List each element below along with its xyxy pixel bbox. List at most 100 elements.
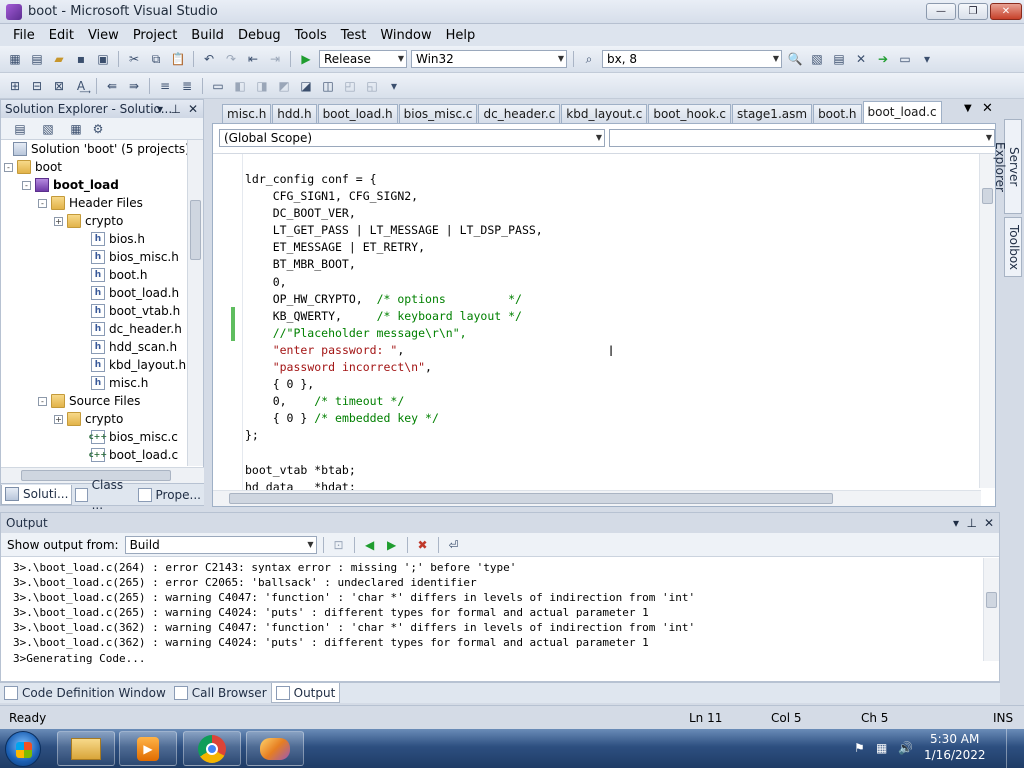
output-line[interactable]: 3>.\boot_load.c(265) : warning C4024: 'p… <box>13 605 695 620</box>
refresh-icon[interactable]: ▦ <box>67 120 85 138</box>
editor-horizontal-scrollbar[interactable] <box>213 490 981 506</box>
uncomment-lines-icon[interactable]: ≣ <box>178 77 196 95</box>
code-line[interactable] <box>245 445 543 462</box>
output-source-dropdown[interactable]: Build ▼ <box>124 535 317 554</box>
tree-item[interactable]: h kbd_layout.h <box>91 356 186 374</box>
document-tab[interactable]: bios_misc.c <box>398 104 478 123</box>
document-tab[interactable]: boot_load.h <box>317 104 398 123</box>
tab-solution-explorer[interactable]: Soluti... <box>1 484 73 505</box>
member-dropdown[interactable]: ▼ <box>609 129 995 147</box>
action-center-icon[interactable]: ⚑ <box>854 741 865 755</box>
collapse-icon[interactable]: - <box>38 396 47 406</box>
output-line[interactable]: 3>.\boot_load.c(362) : warning C4024: 'p… <box>13 635 695 650</box>
menu-file[interactable]: File <box>6 28 42 43</box>
show-all-files-icon[interactable]: ▧ <box>39 120 57 138</box>
menu-test[interactable]: Test <box>334 28 374 43</box>
code-line[interactable]: //"Placeholder message\r\n", <box>245 325 543 342</box>
properties-icon[interactable]: ▤ <box>11 120 29 138</box>
tab-output[interactable]: Output <box>270 683 341 703</box>
save-icon[interactable]: ▪ <box>72 50 90 68</box>
redo-icon[interactable]: ↷ <box>222 50 240 68</box>
active-files-dropdown-icon[interactable]: ▼ <box>964 103 972 114</box>
tree-item[interactable]: h boot.h <box>91 266 147 284</box>
tree-item[interactable]: h hdd_scan.h <box>91 338 177 356</box>
document-tab[interactable]: kbd_layout.c <box>561 104 648 123</box>
document-tab[interactable]: stage1.asm <box>732 104 813 123</box>
close-button[interactable]: ✕ <box>990 3 1022 20</box>
solution-explorer-icon[interactable]: ▧ <box>808 50 826 68</box>
navigate-forward-icon[interactable]: ⇥ <box>266 50 284 68</box>
output-line[interactable]: 3>.\boot_load.c(265) : warning C4047: 'f… <box>13 590 695 605</box>
collapse-icon[interactable]: - <box>4 162 13 172</box>
output-line[interactable]: 3>.\boot_load.c(362) : warning C4047: 'f… <box>13 620 695 635</box>
toggle-bookmark-icon[interactable]: ▭ <box>209 77 227 95</box>
menu-project[interactable]: Project <box>126 28 184 43</box>
word-complete-icon[interactable]: A͢ <box>72 77 90 95</box>
scope-dropdown[interactable]: (Global Scope) ▼ <box>219 129 605 147</box>
tree-item[interactable]: h misc.h <box>91 374 148 392</box>
code-line[interactable]: CFG_SIGN1, CFG_SIGN2, <box>245 188 543 205</box>
code-line[interactable]: ET_MESSAGE | ET_RETRY, <box>245 239 543 256</box>
tree-item[interactable]: h boot_vtab.h <box>91 302 180 320</box>
clear-all-icon[interactable]: ✖ <box>414 536 432 554</box>
auto-hide-pin-icon[interactable]: ⊥ <box>171 100 181 118</box>
panel-dropdown-icon[interactable]: ▾ <box>953 513 959 533</box>
undo-icon[interactable]: ↶ <box>200 50 218 68</box>
tab-class-view[interactable]: Class ... <box>72 478 134 512</box>
tree-item[interactable]: h dc_header.h <box>91 320 182 338</box>
clock-time[interactable]: 5:30 AM <box>930 732 979 746</box>
new-project-icon[interactable]: ▦ <box>6 50 24 68</box>
next-bookmark-document-icon[interactable]: ◰ <box>341 77 359 95</box>
menu-window[interactable]: Window <box>373 28 438 43</box>
tools-icon[interactable]: ✕ <box>852 50 870 68</box>
tree-item[interactable]: c++ bios_misc.c <box>89 428 178 446</box>
tree-item[interactable]: - boot_load <box>22 176 119 194</box>
configuration-dropdown[interactable]: Release ▼ <box>319 50 407 68</box>
editor-vertical-scrollbar[interactable] <box>979 154 995 488</box>
tree-item[interactable]: c++ boot_load.c <box>89 446 178 464</box>
find-in-files-icon[interactable]: ⌕ <box>580 50 598 68</box>
menu-edit[interactable]: Edit <box>42 28 81 43</box>
find-message-icon[interactable]: ⊡ <box>330 536 348 554</box>
scroll-thumb[interactable] <box>982 188 993 204</box>
clear-bookmarks-icon[interactable]: ◱ <box>363 77 381 95</box>
find-icon[interactable]: 🔍 <box>786 50 804 68</box>
next-bookmark-folder-icon[interactable]: ◪ <box>297 77 315 95</box>
menu-view[interactable]: View <box>81 28 126 43</box>
find-combo[interactable]: bx, 8 ▼ <box>602 50 782 68</box>
tab-server-explorer[interactable]: Server Explorer <box>993 119 1022 214</box>
copy-icon[interactable]: ⧉ <box>147 50 165 68</box>
code-line[interactable]: }; <box>245 427 543 444</box>
comment-lines-icon[interactable]: ≡ <box>156 77 174 95</box>
document-tab[interactable]: boot_load.c <box>862 101 942 123</box>
tree-item[interactable]: + crypto <box>54 212 123 230</box>
increase-indent-icon[interactable]: ⇛ <box>125 77 143 95</box>
network-icon[interactable]: ▦ <box>876 741 887 755</box>
clock-date[interactable]: 1/16/2022 <box>924 748 986 762</box>
previous-bookmark-icon[interactable]: ◧ <box>231 77 249 95</box>
output-text[interactable]: 3>.\boot_load.c(264) : error C2143: synt… <box>13 560 695 666</box>
code-line[interactable]: "enter password: ", <box>245 342 543 359</box>
save-all-icon[interactable]: ▣ <box>94 50 112 68</box>
panel-dropdown-icon[interactable]: ▾ <box>157 100 163 118</box>
code-line[interactable]: KB_QWERTY, /* keyboard layout */ <box>245 308 543 325</box>
document-tab[interactable]: misc.h <box>222 104 272 123</box>
maximize-button[interactable]: ❐ <box>958 3 988 20</box>
code-line[interactable]: { 0 }, <box>245 376 543 393</box>
solution-explorer-vertical-scrollbar[interactable] <box>187 140 203 466</box>
tree-item[interactable]: + crypto <box>54 410 123 428</box>
panel-close-icon[interactable]: ✕ <box>188 100 198 118</box>
auto-hide-pin-icon[interactable]: ⊥ <box>967 513 977 533</box>
code-line[interactable]: DC_BOOT_VER, <box>245 205 543 222</box>
add-item-icon[interactable]: ▤ <box>28 50 46 68</box>
previous-message-icon[interactable]: ◀ <box>361 536 379 554</box>
object-browser-icon[interactable]: ⊞ <box>6 77 24 95</box>
minimize-button[interactable]: — <box>926 3 956 20</box>
quick-info-icon[interactable]: ⊠ <box>50 77 68 95</box>
code-line[interactable]: BT_MBR_BOOT, <box>245 256 543 273</box>
output-line[interactable]: 3>.\boot_load.c(264) : error C2143: synt… <box>13 560 695 575</box>
toolbar-options-icon[interactable]: ▾ <box>918 50 936 68</box>
previous-bookmark-folder-icon[interactable]: ◩ <box>275 77 293 95</box>
tree-item[interactable]: - Source Files <box>38 392 140 410</box>
tree-item[interactable]: h bios_misc.h <box>91 248 179 266</box>
